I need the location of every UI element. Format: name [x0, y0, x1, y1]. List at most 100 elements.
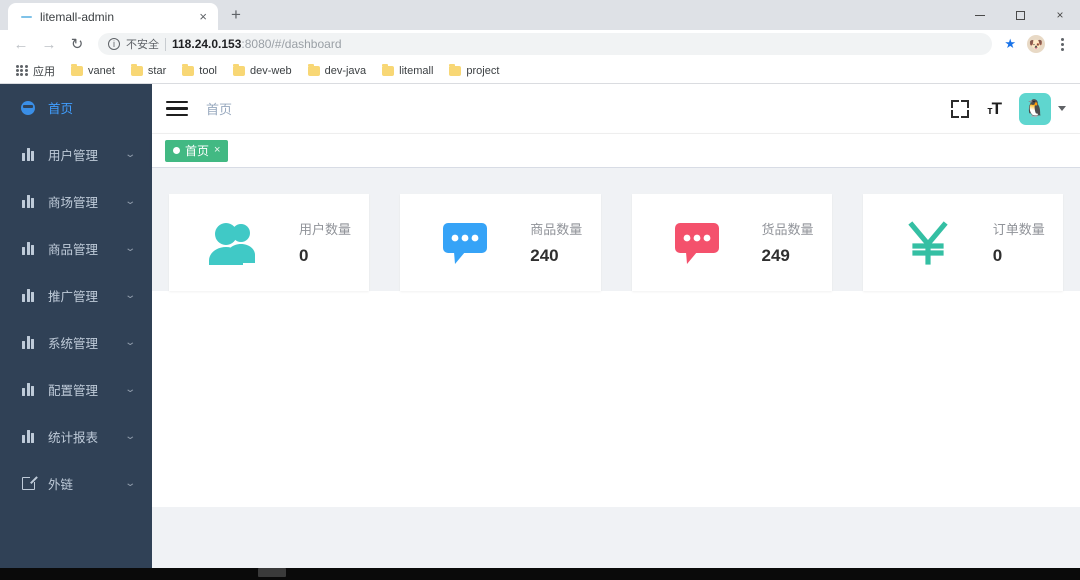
breadcrumb[interactable]: 首页 [206, 99, 232, 118]
window-close-button[interactable]: × [1040, 0, 1080, 30]
back-button[interactable]: ← [8, 31, 34, 57]
sidebar-item-system-management[interactable]: 系统管理 ⌄ [0, 319, 152, 366]
yen-money-icon [863, 220, 993, 266]
sidebar-item-promotion-management[interactable]: 推广管理 ⌄ [0, 272, 152, 319]
chart-bars-icon [20, 430, 36, 443]
reload-button[interactable]: ↻ [64, 31, 90, 57]
stat-card-value: 0 [992, 246, 1003, 265]
bookmark-label: litemall [399, 64, 434, 77]
stat-card-title: 商品数量 [530, 222, 583, 237]
browser-menu-icon[interactable] [1052, 37, 1072, 51]
sidebar-item-label: 系统管理 [48, 337, 99, 351]
sidebar-item-label: 商品管理 [48, 243, 99, 257]
apps-grid-icon [16, 64, 28, 77]
dashboard-content: 用户数量 0 商品数量 240 货品数量 249 订单数量 0 [152, 168, 1080, 568]
sidebar-item-statistics-report[interactable]: 统计报表 ⌄ [0, 413, 152, 460]
tab-close-icon[interactable]: × [196, 8, 210, 25]
sidebar-item-external-link[interactable]: 外链 ⌄ [0, 460, 152, 507]
stat-card-goods-count[interactable]: 货品数量 249 [631, 194, 832, 291]
sidebar-item-label: 用户管理 [48, 149, 99, 163]
folder-icon [449, 63, 462, 76]
forward-button[interactable]: → [36, 31, 62, 57]
sidebar-item-label: 统计报表 [48, 431, 99, 445]
bookmark-star-icon[interactable]: ★ [1000, 36, 1020, 52]
bookmark-label: tool [199, 64, 218, 77]
new-tab-button[interactable]: + [222, 1, 250, 29]
sidebar-item-label: 配置管理 [48, 384, 99, 398]
chart-bars-icon [20, 383, 36, 396]
stat-card-product-count[interactable]: 商品数量 240 [400, 194, 601, 291]
chevron-down-icon: ⌄ [123, 337, 136, 348]
taskbar-item[interactable] [258, 568, 286, 577]
app-navbar: 首页 ᴛT 🐧 [152, 84, 1080, 134]
stat-card-text: 用户数量 0 [299, 219, 351, 266]
browser-window: litemall-admin × + × ← → ↻ i 不安全 118.24.… [0, 0, 1080, 580]
sidebar-item-dashboard[interactable]: 首页 [0, 84, 152, 131]
bookmark-star[interactable]: star [124, 63, 173, 79]
chevron-down-icon: ⌄ [123, 196, 136, 207]
tags-view: 首页 × [152, 134, 1080, 168]
user-menu[interactable]: 🐧 [1019, 92, 1066, 125]
stat-card-title: 订单数量 [992, 222, 1045, 237]
bookmark-label: vanet [88, 64, 115, 77]
tag-active-dot-icon [173, 147, 180, 154]
chevron-down-icon: ⌄ [123, 478, 136, 489]
fullscreen-icon[interactable] [951, 99, 970, 118]
bookmark-vanet[interactable]: vanet [64, 63, 122, 79]
app-main: 首页 ᴛT 🐧 首页 × 用户数量 0 商品数量 240 货品数量 249 订单… [152, 84, 1080, 568]
hamburger-icon[interactable] [166, 100, 188, 117]
os-taskbar [0, 568, 1080, 580]
bookmark-litemall[interactable]: litemall [375, 63, 440, 79]
sidebar-item-label: 商场管理 [48, 196, 99, 210]
url-host: 118.24.0.153 [172, 37, 242, 51]
external-link-icon [20, 474, 38, 490]
bookmark-apps[interactable]: 应用 [9, 61, 62, 81]
browser-tab[interactable]: litemall-admin × [8, 3, 218, 30]
folder-icon [130, 63, 143, 76]
stat-card-user-count[interactable]: 用户数量 0 [169, 194, 370, 291]
sidebar-item-product-management[interactable]: 商品管理 ⌄ [0, 225, 152, 272]
tag-close-icon[interactable]: × [214, 145, 220, 156]
caret-down-icon[interactable] [1058, 106, 1066, 111]
browser-tab-strip: litemall-admin × + × [0, 0, 1080, 30]
window-minimize-button[interactable] [960, 0, 1000, 30]
sidebar-item-mall-management[interactable]: 商场管理 ⌄ [0, 178, 152, 225]
bookmark-label: dev-web [250, 64, 292, 77]
url-path: :8080/#/dashboard [241, 37, 342, 51]
stat-card-text: 订单数量 0 [993, 219, 1045, 266]
avatar[interactable]: 🐧 [1019, 92, 1051, 125]
stat-cards-row: 用户数量 0 商品数量 240 货品数量 249 订单数量 0 [169, 194, 1063, 291]
sidebar-item-user-management[interactable]: 用户管理 ⌄ [0, 131, 152, 178]
folder-icon [182, 63, 195, 76]
address-bar[interactable]: i 不安全 118.24.0.153:8080/#/dashboard [98, 33, 993, 55]
chevron-down-icon: ⌄ [123, 149, 136, 160]
message-icon [400, 221, 530, 265]
bookmark-dev-web[interactable]: dev-web [226, 63, 299, 79]
people-icon [169, 221, 299, 265]
chart-bars-icon [20, 336, 36, 349]
bookmarks-bar: 应用 vanet star tool dev-web dev-java lite… [0, 58, 1080, 84]
font-size-icon[interactable]: ᴛT [987, 99, 1002, 119]
tag-label: 首页 [185, 144, 210, 158]
window-maximize-button[interactable] [1000, 0, 1040, 30]
omnibox-divider [165, 37, 166, 51]
folder-icon [382, 63, 395, 76]
security-status-label: 不安全 [126, 39, 159, 51]
sidebar-item-config-management[interactable]: 配置管理 ⌄ [0, 366, 152, 413]
browser-profile-avatar[interactable]: 🐶 [1027, 35, 1045, 53]
tab-favicon-icon [20, 11, 32, 23]
stat-cards-panel: 用户数量 0 商品数量 240 货品数量 249 订单数量 0 [152, 194, 1080, 291]
stat-card-text: 货品数量 249 [762, 219, 814, 266]
bookmark-label: star [147, 64, 167, 77]
sidebar-item-label: 推广管理 [48, 290, 99, 304]
tag-item-dashboard[interactable]: 首页 × [165, 139, 229, 162]
stat-card-order-count[interactable]: 订单数量 0 [862, 194, 1063, 291]
app-sidebar: 首页 用户管理 ⌄ 商场管理 ⌄ 商品管理 ⌄ 推广管理 ⌄ 系统管理 ⌄ 配置… [0, 84, 152, 568]
bookmark-dev-java[interactable]: dev-java [301, 63, 374, 79]
bookmark-tool[interactable]: tool [175, 63, 224, 79]
bookmark-project[interactable]: project [442, 63, 506, 79]
chevron-down-icon: ⌄ [123, 431, 136, 442]
window-controls: × [960, 0, 1080, 30]
bookmark-label: dev-java [324, 64, 367, 77]
site-info-icon[interactable]: i [108, 38, 120, 50]
